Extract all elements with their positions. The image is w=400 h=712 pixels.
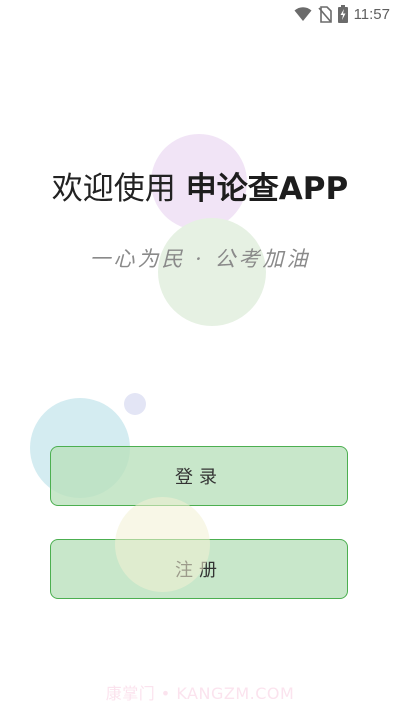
app-screen: 11:57 欢迎使用 申论查APP 一心为民 · 公考加油 登录 注册 康掌门 •… [0,0,400,712]
register-button[interactable]: 注册 [50,539,348,599]
battery-charging-icon [337,5,348,23]
welcome-prefix: 欢迎使用 [51,171,176,207]
watermark: 康掌门 • KANGZM.COM [105,684,295,703]
decorative-dot [124,393,146,415]
welcome-title: 欢迎使用 申论查APP [0,163,400,208]
login-button[interactable]: 登录 [50,446,348,506]
login-button-label: 登录 [175,467,223,488]
app-name: 申论查APP [185,171,349,207]
status-bar: 11:57 [0,0,400,28]
slogan: 一心为民 · 公考加油 [89,247,311,271]
no-sim-icon [317,5,332,23]
wifi-icon [294,6,312,22]
status-time: 11:57 [353,5,390,23]
register-button-label: 注册 [175,560,223,581]
